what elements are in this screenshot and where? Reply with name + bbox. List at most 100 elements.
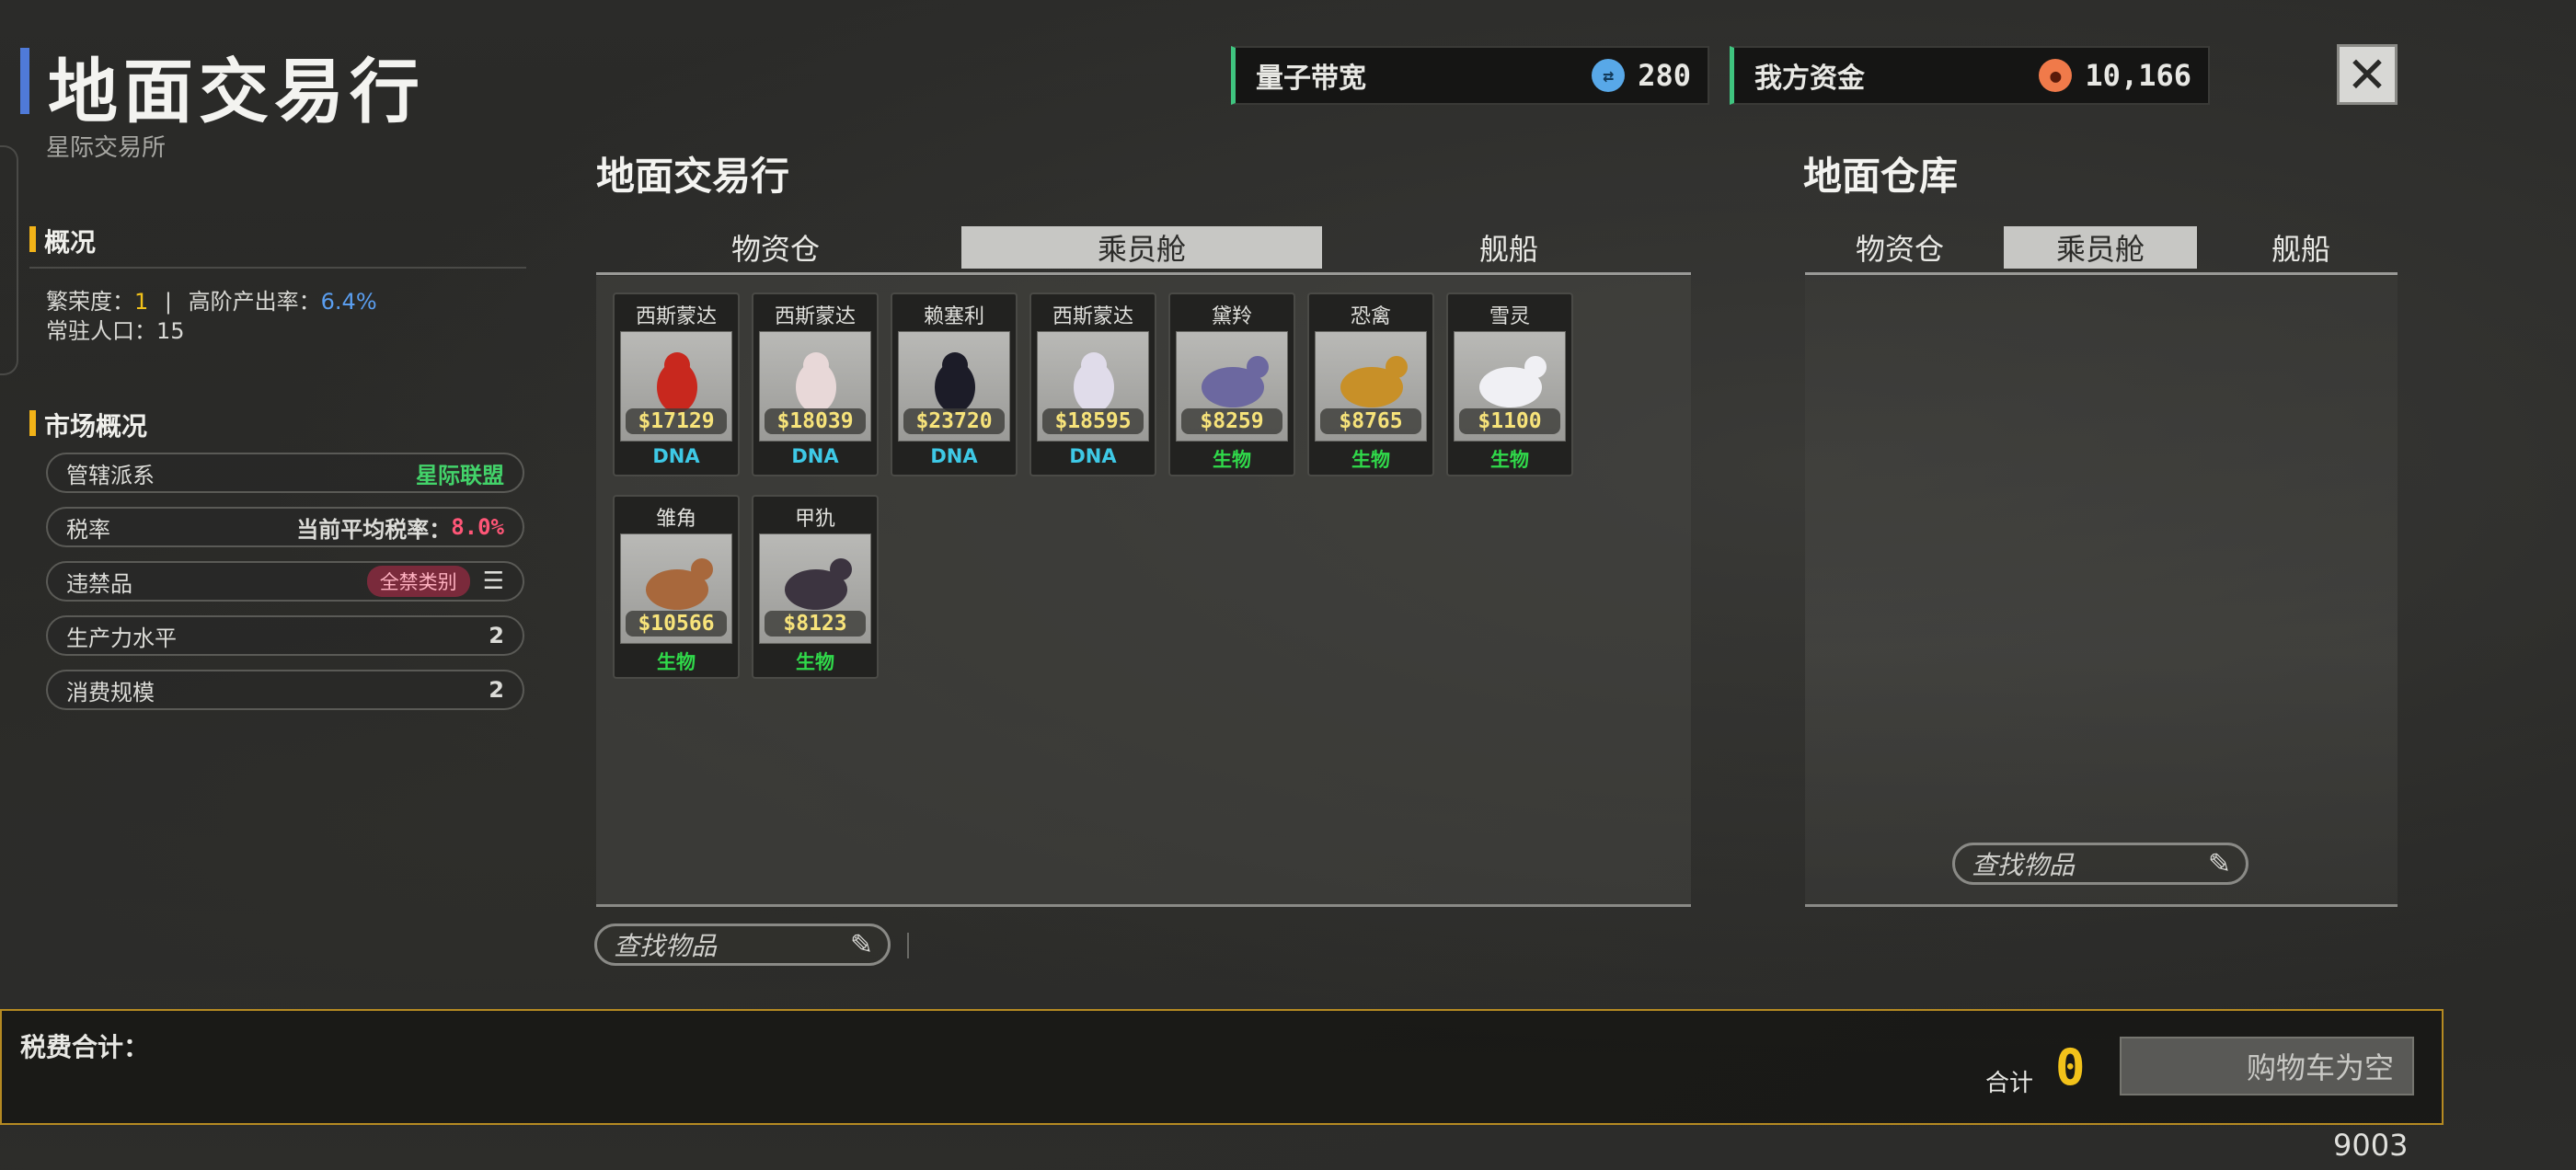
item-card[interactable]: 西斯蒙达 $18039 DNA (752, 292, 879, 476)
warehouse-tab-materials[interactable]: 物资仓 (1805, 226, 1995, 269)
creature-head (803, 352, 829, 378)
item-card[interactable]: 黛羚 $8259 生物 (1168, 292, 1295, 476)
item-price: $18039 (765, 408, 866, 434)
item-category: 生物 (1490, 449, 1529, 471)
warehouse-search-input[interactable]: 查找物品 ✎ (1952, 843, 2248, 885)
item-category: 生物 (1351, 449, 1390, 471)
tab-ships[interactable]: 舰船 (1328, 226, 1689, 269)
item-card[interactable]: 雏角 $10566 生物 (613, 495, 740, 679)
close-icon: ✕ (2346, 45, 2388, 104)
warehouse-panel-title: 地面仓库 (1803, 154, 1959, 199)
search-divider (907, 933, 909, 958)
item-name: 甲犰 (794, 508, 835, 531)
item-card[interactable]: 恐禽 $8765 生物 (1307, 292, 1434, 476)
faction-label: 管辖派系 (66, 462, 155, 488)
market-search-placeholder: 查找物品 (614, 931, 718, 961)
creature-head (1524, 356, 1547, 378)
avg-tax-value: 8.0% (451, 514, 504, 540)
bandwidth-label: 量子带宽 (1256, 63, 1366, 95)
warehouse-search-placeholder: 查找物品 (1972, 850, 2076, 880)
build-number: 9003 (2333, 1128, 2409, 1163)
consumption-label: 消费规模 (66, 679, 155, 705)
item-category: 生物 (657, 651, 696, 673)
creature-head (1386, 356, 1408, 378)
market-row-tax[interactable]: 税率 当前平均税率： 8.0% (46, 507, 524, 547)
warehouse-tab-underline (1805, 272, 2398, 275)
item-category: DNA (1069, 445, 1117, 467)
item-category: DNA (652, 445, 700, 467)
pencil-icon: ✎ (849, 928, 873, 961)
bandwidth-box: 量子带宽 ⇄ 280 (1231, 46, 1709, 105)
market-row-faction[interactable]: 管辖派系 星际联盟 (46, 453, 524, 493)
item-price: $17129 (626, 408, 727, 434)
productivity-value: 2 (489, 623, 504, 648)
creature-head (691, 558, 713, 580)
item-category: DNA (791, 445, 839, 467)
market-tab-underline (596, 272, 1691, 275)
creature-head (664, 352, 690, 378)
prosperity-stat: 繁荣度：1 | 高阶产出率：6.4% (46, 283, 377, 315)
item-card[interactable]: 西斯蒙达 $17129 DNA (613, 292, 740, 476)
close-button[interactable]: ✕ (2337, 44, 2398, 105)
item-card[interactable]: 雪灵 $1100 生物 (1446, 292, 1573, 476)
market-row-contraband[interactable]: 违禁品 全禁类别 ☰ (46, 561, 524, 602)
quantum-icon: ⇄ (1592, 59, 1626, 92)
item-category: DNA (930, 445, 978, 467)
item-card[interactable]: 赖塞利 $23720 DNA (891, 292, 1018, 476)
item-price: $10566 (626, 611, 727, 637)
pencil-icon: ✎ (2207, 847, 2231, 880)
item-price: $8765 (1320, 408, 1421, 434)
warehouse-tab-crew[interactable]: 乘员舱 (2004, 226, 2197, 269)
market-row-productivity[interactable]: 生产力水平 2 (46, 615, 524, 656)
population-label: 常驻人口： (46, 318, 156, 344)
item-category: 生物 (796, 651, 834, 673)
market-item-grid: 西斯蒙达 $17129 DNA 西斯蒙达 $18039 DNA 赖塞利 $23720 DNA 西斯… (596, 276, 1691, 907)
prosperity-label: 繁荣度： (46, 289, 134, 315)
productivity-label: 生产力水平 (66, 625, 177, 651)
overview-divider (29, 267, 526, 269)
bandwidth-value: 280 (1638, 58, 1691, 93)
item-price: $8259 (1181, 408, 1282, 434)
item-name: 赖塞利 (923, 305, 984, 328)
item-price: $8123 (765, 611, 866, 637)
market-row-consumption[interactable]: 消费规模 2 (46, 670, 524, 710)
total-label: 合计 (1985, 1070, 2034, 1097)
side-drawer-handle[interactable] (0, 145, 18, 375)
item-price: $18595 (1042, 408, 1144, 434)
item-name: 雪灵 (1489, 305, 1530, 328)
faction-value: 星际联盟 (416, 462, 504, 488)
warehouse-tab-ships[interactable]: 舰船 (2206, 226, 2396, 269)
funds-label: 我方资金 (1754, 63, 1865, 95)
creature-head (1081, 352, 1107, 378)
market-heading: 市场概况 (29, 407, 147, 443)
tax-label: 税率 (66, 516, 110, 543)
item-price: $23720 (903, 408, 1005, 434)
creature-head (1247, 356, 1269, 378)
tax-total-label: 税费合计： (20, 1032, 150, 1062)
market-search-input[interactable]: 查找物品 ✎ (594, 923, 891, 966)
market-panel-title: 地面交易行 (596, 154, 790, 199)
stat-separator: | (164, 289, 173, 315)
item-price: $1100 (1459, 408, 1560, 434)
page-subtitle: 星际交易所 (46, 134, 167, 162)
title-accent-bar (20, 48, 29, 114)
item-name: 西斯蒙达 (774, 305, 856, 328)
item-name: 恐禽 (1350, 305, 1391, 328)
prosperity-value: 1 (134, 289, 149, 315)
item-card[interactable]: 西斯蒙达 $18595 DNA (1029, 292, 1156, 476)
tab-materials[interactable]: 物资仓 (596, 226, 955, 269)
item-name: 西斯蒙达 (1052, 305, 1133, 328)
item-name: 黛羚 (1211, 305, 1252, 328)
item-card[interactable]: 甲犰 $8123 生物 (752, 495, 879, 679)
funds-value: 10,166 (2085, 58, 2191, 93)
consumption-value: 2 (489, 677, 504, 703)
avg-tax-label: 当前平均税率： (296, 516, 452, 543)
population-value: 15 (156, 318, 185, 344)
item-name: 雏角 (655, 508, 696, 531)
cart-button[interactable]: 购物车为空 (2120, 1037, 2414, 1095)
population-stat: 常驻人口：15 (46, 313, 185, 345)
credit-icon: ● (2039, 59, 2073, 92)
menu-icon[interactable]: ☰ (483, 568, 504, 595)
funds-box: 我方资金 ● 10,166 (1730, 46, 2210, 105)
tab-crew[interactable]: 乘员舱 (961, 226, 1322, 269)
